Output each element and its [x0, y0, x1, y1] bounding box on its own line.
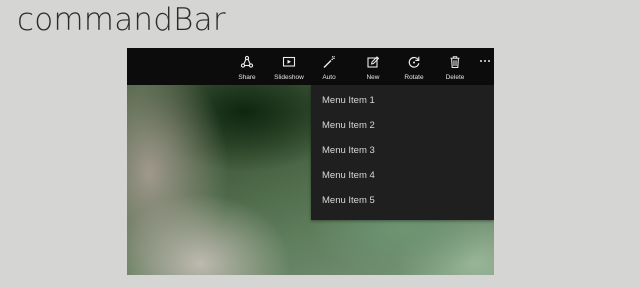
rotate-label: Rotate	[404, 74, 424, 81]
menu-item-5[interactable]: Menu Item 5	[311, 188, 494, 213]
rotate-button[interactable]: Rotate	[394, 48, 434, 85]
page-title: commandBar	[17, 2, 226, 38]
menu-item-label: Menu Item 5	[322, 195, 375, 206]
menu-item-2[interactable]: Menu Item 2	[311, 113, 494, 138]
slideshow-button[interactable]: Slideshow	[269, 48, 309, 85]
menu-item-label: Menu Item 4	[322, 170, 375, 181]
delete-button[interactable]: Delete	[435, 48, 475, 85]
menu-item-label: Menu Item 2	[322, 120, 375, 131]
menu-item-3[interactable]: Menu Item 3	[311, 138, 494, 163]
auto-label: Auto	[322, 74, 336, 81]
menu-item-4[interactable]: Menu Item 4	[311, 163, 494, 188]
new-button[interactable]: New	[353, 48, 393, 85]
app-window: Share Slideshow Auto New Rotate Delete M…	[127, 48, 494, 275]
menu-item-label: Menu Item 1	[322, 95, 375, 106]
new-icon	[367, 56, 380, 68]
slideshow-label: Slideshow	[274, 74, 304, 81]
delete-label: Delete	[445, 74, 465, 81]
new-label: New	[366, 74, 380, 81]
share-icon	[240, 55, 254, 68]
more-ellipsis-icon	[480, 60, 482, 62]
rotate-icon	[408, 56, 420, 68]
magic-wand-icon	[323, 55, 335, 68]
share-button[interactable]: Share	[227, 48, 267, 85]
overflow-menu: Menu Item 1 Menu Item 2 Menu Item 3 Menu…	[311, 85, 494, 220]
more-button[interactable]	[478, 54, 492, 68]
menu-item-label: Menu Item 3	[322, 145, 375, 156]
auto-button[interactable]: Auto	[309, 48, 349, 85]
command-bar: Share Slideshow Auto New Rotate Delete	[127, 48, 494, 85]
trash-icon	[450, 56, 460, 69]
share-label: Share	[238, 74, 256, 81]
slideshow-icon	[282, 56, 296, 67]
menu-item-1[interactable]: Menu Item 1	[311, 88, 494, 113]
